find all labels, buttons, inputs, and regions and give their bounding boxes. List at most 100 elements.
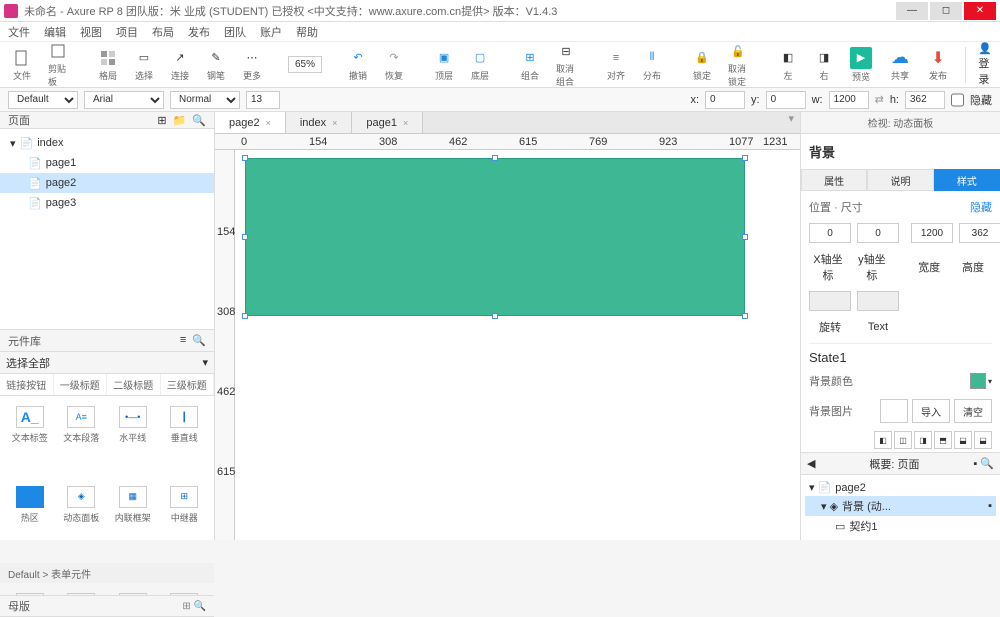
tool-pen[interactable]: ✎钢笔	[202, 48, 230, 82]
tool-connect[interactable]: ↗连接	[166, 48, 194, 82]
tree-item-page2[interactable]: 📄page2	[0, 173, 214, 193]
menu-view[interactable]: 视图	[80, 24, 102, 40]
lib-select-all[interactable]: 选择全部▾	[0, 352, 214, 374]
tool-clipboard[interactable]: 剪贴板	[44, 41, 72, 88]
widget-vline[interactable]: ┃垂直线	[161, 402, 209, 478]
font-select[interactable]: Arial	[84, 91, 164, 109]
login-button[interactable]: 👤 登录	[978, 42, 992, 87]
widget-paragraph[interactable]: A≡文本段落	[58, 402, 106, 478]
share-button[interactable]: ☁共享	[886, 48, 914, 82]
lib-tab-0[interactable]: 链接按钮	[0, 374, 54, 395]
outline-item-1[interactable]: ▭ 契约1	[805, 516, 996, 536]
outline-search-icon[interactable]: ▪ 🔍	[973, 457, 994, 470]
tab-properties[interactable]: 属性	[801, 169, 867, 191]
insp-text[interactable]	[857, 291, 899, 311]
tool-front[interactable]: ▣顶层	[430, 48, 458, 82]
insp-y[interactable]	[857, 223, 899, 243]
maximize-button[interactable]: ◻	[930, 2, 962, 20]
close-tab-icon[interactable]: ×	[403, 118, 408, 128]
tab-page2[interactable]: page2×	[215, 112, 286, 133]
tool-undo[interactable]: ↶撤销	[344, 48, 372, 82]
publish-button[interactable]: ⬇发布	[924, 48, 952, 82]
align-m[interactable]: ⬓	[954, 431, 972, 449]
menu-project[interactable]: 项目	[116, 24, 138, 40]
menu-team[interactable]: 团队	[224, 24, 246, 40]
hide-checkbox[interactable]	[951, 91, 964, 109]
weight-select[interactable]: Normal	[170, 91, 240, 109]
tool-unlock[interactable]: 🔓取消锁定	[724, 41, 752, 88]
outline-root[interactable]: ▾ 📄 page2	[805, 479, 996, 496]
tab-style[interactable]: 样式	[934, 169, 1000, 191]
clear-button[interactable]: 清空	[954, 399, 992, 423]
lib-tab-2[interactable]: 二级标题	[107, 374, 161, 395]
menu-layout[interactable]: 布局	[152, 24, 174, 40]
insp-h[interactable]	[959, 223, 1000, 243]
tool-ungroup[interactable]: ⊟取消组合	[552, 41, 580, 88]
bgimg-preview[interactable]	[880, 399, 908, 423]
close-button[interactable]: ✕	[964, 2, 996, 20]
menu-file[interactable]: 文件	[8, 24, 30, 40]
preview-button[interactable]: ▶预览	[846, 47, 876, 83]
menu-publish[interactable]: 发布	[188, 24, 210, 40]
close-tab-icon[interactable]: ×	[332, 118, 337, 128]
import-button[interactable]: 导入	[912, 399, 950, 423]
style-select[interactable]: Default	[8, 91, 78, 109]
tool-left[interactable]: ◧左	[774, 48, 802, 82]
menu-account[interactable]: 账户	[260, 24, 282, 40]
tool-align[interactable]: ≡对齐	[602, 48, 630, 82]
widget-repeater[interactable]: ⊞中继器	[161, 482, 209, 558]
align-l[interactable]: ◧	[874, 431, 892, 449]
widget-label[interactable]: A_文本标签	[6, 402, 54, 478]
tool-more[interactable]: ⋯更多	[238, 48, 266, 82]
tool-lock[interactable]: 🔒锁定	[688, 48, 716, 82]
tabs-menu-icon[interactable]: ▾	[782, 112, 800, 133]
tool-distribute[interactable]: ⫴分布	[638, 48, 666, 82]
lib-tab-3[interactable]: 三级标题	[161, 374, 215, 395]
tree-item-page3[interactable]: 📄page3	[0, 193, 214, 213]
menu-edit[interactable]: 编辑	[44, 24, 66, 40]
selected-shape[interactable]	[245, 158, 745, 316]
masters-header[interactable]: 母版⊞ 🔍	[0, 595, 214, 617]
lib-menu-icon[interactable]: ≡	[180, 334, 186, 347]
tab-index[interactable]: index×	[286, 112, 353, 133]
chevron-down-icon[interactable]: ▾	[988, 377, 992, 386]
align-r[interactable]: ◨	[914, 431, 932, 449]
h-input[interactable]	[905, 91, 945, 109]
bgcolor-swatch[interactable]	[970, 373, 986, 389]
tool-file[interactable]: 文件	[8, 48, 36, 82]
close-tab-icon[interactable]: ×	[266, 118, 271, 128]
minimize-button[interactable]: —	[896, 2, 928, 20]
tree-item-page1[interactable]: 📄page1	[0, 153, 214, 173]
insp-rotate[interactable]	[809, 291, 851, 311]
search-icon[interactable]: 🔍	[192, 114, 206, 127]
lib-search-icon[interactable]: 🔍	[192, 334, 206, 347]
widget-iframe[interactable]: ▦内联框架	[109, 482, 157, 558]
fontsize-input[interactable]	[246, 91, 280, 109]
widget-hotspot[interactable]: 热区	[6, 482, 54, 558]
y-input[interactable]	[766, 91, 806, 109]
widget-hline[interactable]: •—•水平线	[109, 402, 157, 478]
tool-grid[interactable]: 格局	[94, 48, 122, 82]
tool-group[interactable]: ⊞组合	[516, 48, 544, 82]
insp-x[interactable]	[809, 223, 851, 243]
tree-item-index[interactable]: ▾📄index	[0, 133, 214, 153]
canvas[interactable]	[235, 150, 800, 540]
add-folder-icon[interactable]: 📁	[173, 114, 187, 127]
tool-back[interactable]: ▢底层	[466, 48, 494, 82]
widget-dynpanel[interactable]: ◈动态面板	[58, 482, 106, 558]
outline-item-0[interactable]: ▾ ◈ 背景 (动...▪	[805, 496, 996, 516]
tab-page1[interactable]: page1×	[352, 112, 423, 133]
add-page-icon[interactable]: ⊞	[157, 114, 166, 127]
tab-notes[interactable]: 说明	[867, 169, 933, 191]
lib-tab-1[interactable]: 一级标题	[54, 374, 108, 395]
tool-right[interactable]: ◨右	[810, 48, 838, 82]
x-input[interactable]	[705, 91, 745, 109]
zoom-input[interactable]: 65%	[288, 56, 322, 73]
menu-help[interactable]: 帮助	[296, 24, 318, 40]
insp-w[interactable]	[911, 223, 953, 243]
align-b[interactable]: ⬓	[974, 431, 992, 449]
tool-redo[interactable]: ↷恢复	[380, 48, 408, 82]
w-input[interactable]	[829, 91, 869, 109]
align-t[interactable]: ⬒	[934, 431, 952, 449]
tool-select[interactable]: ▭选择	[130, 48, 158, 82]
